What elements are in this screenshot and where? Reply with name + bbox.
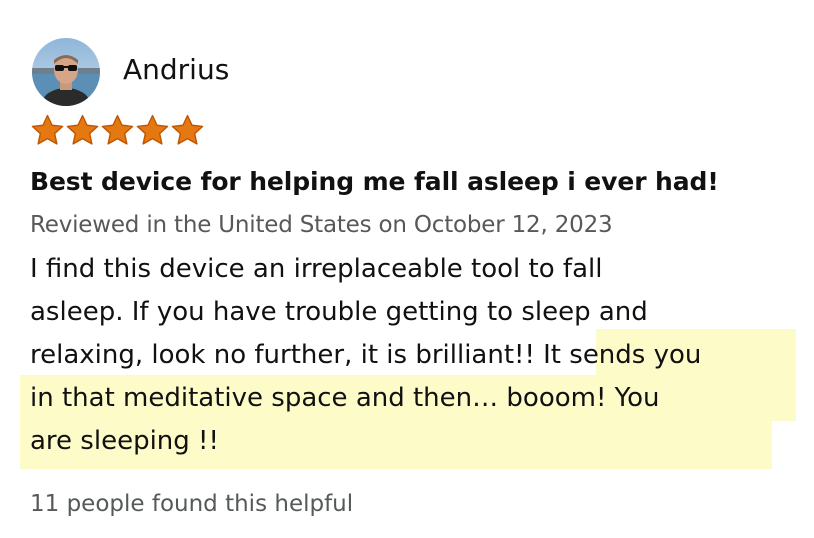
review-body-line: relaxing, look no further, it is brillia… bbox=[30, 337, 701, 373]
customer-review: Andrius Best device for helping me fall … bbox=[0, 0, 814, 538]
star-icon bbox=[136, 114, 169, 145]
avatar-photo-icon bbox=[32, 38, 100, 106]
helpful-count: 11 people found this helpful bbox=[30, 491, 354, 517]
review-body-line: I find this device an irreplaceable tool… bbox=[30, 254, 603, 284]
star-icon bbox=[101, 114, 134, 145]
star-rating[interactable] bbox=[30, 113, 205, 149]
star-icon bbox=[171, 114, 204, 145]
review-date: Reviewed in the United States on October… bbox=[30, 212, 613, 238]
review-body-text: relaxing, look no further, it is brillia… bbox=[30, 340, 544, 370]
star-icon bbox=[31, 114, 64, 145]
review-body-line: in that meditative space and then… booom… bbox=[30, 383, 660, 413]
star-icon bbox=[66, 114, 99, 145]
reviewer-avatar[interactable] bbox=[32, 38, 100, 106]
highlighted-text: It sends you bbox=[543, 340, 702, 370]
review-title[interactable]: Best device for helping me fall asleep i… bbox=[30, 163, 719, 201]
review-body-line: asleep. If you have trouble getting to s… bbox=[30, 297, 648, 327]
review-body-line: are sleeping !! bbox=[30, 426, 219, 456]
reviewer-name[interactable]: Andrius bbox=[123, 51, 229, 89]
